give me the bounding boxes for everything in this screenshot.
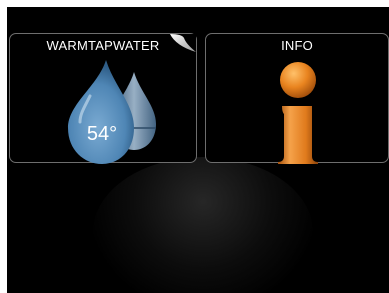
info-icon — [278, 62, 318, 164]
warm-tap-water-tile[interactable]: WARMTAPWATER 54° — [9, 33, 197, 164]
background-glow — [93, 157, 313, 293]
display-screen: WARMTAPWATER 54° INFO — [7, 7, 389, 293]
water-temperature-value: 54° — [87, 123, 117, 145]
water-drop-icon: 54° — [68, 60, 156, 164]
info-tile[interactable]: INFO — [205, 33, 389, 164]
